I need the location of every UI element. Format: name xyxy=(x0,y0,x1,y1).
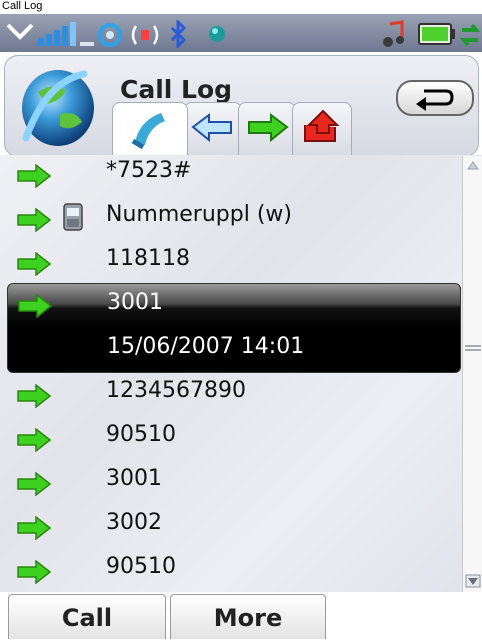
call-number: 1234567890 xyxy=(106,378,246,403)
call-contact-name: Nummeruppl (w) xyxy=(106,202,292,227)
tab-all-calls[interactable] xyxy=(112,102,188,155)
back-arrow-icon xyxy=(416,89,454,111)
green-right-arrow-icon xyxy=(18,294,53,318)
list-item[interactable]: *7523# xyxy=(0,152,460,196)
status-dot-icon xyxy=(209,26,225,42)
green-right-arrow-icon xyxy=(17,428,52,452)
call-number: 90510 xyxy=(106,422,176,447)
selection-highlight xyxy=(8,284,460,328)
green-right-arrow-icon xyxy=(17,384,52,408)
green-right-arrow-icon xyxy=(17,516,52,540)
list-item[interactable]: 90510 xyxy=(0,416,460,460)
call-number: 3002 xyxy=(106,510,162,535)
mobile-phone-icon xyxy=(63,203,83,231)
tab-dialled-calls[interactable] xyxy=(238,102,296,155)
tab-missed-calls[interactable] xyxy=(292,102,352,155)
blue-left-arrow-icon xyxy=(191,113,232,143)
back-button[interactable] xyxy=(396,80,474,116)
call-button[interactable]: Call xyxy=(8,594,166,639)
music-note-icon xyxy=(383,20,404,47)
tab-strip xyxy=(112,102,362,156)
green-right-arrow-icon xyxy=(17,252,52,276)
call-number: *7523# xyxy=(106,158,192,183)
softkey-bar: Call More xyxy=(0,592,482,639)
list-item-selected[interactable]: 3001 15/06/2007 14:01 xyxy=(7,283,461,373)
globe-logo xyxy=(22,70,94,146)
scroll-up-icon[interactable] xyxy=(465,158,481,172)
wifi-icon xyxy=(131,25,159,45)
list-item[interactable]: 90510 xyxy=(0,548,460,592)
phone-handset-icon xyxy=(131,113,165,150)
call-number: 90510 xyxy=(106,554,176,579)
red-missed-arrow-icon xyxy=(304,109,340,142)
list-item[interactable]: 3001 xyxy=(0,460,460,504)
list-item[interactable]: 118118 xyxy=(0,240,460,284)
more-button[interactable]: More xyxy=(170,594,326,639)
green-right-arrow-icon xyxy=(17,208,52,232)
tab-received-calls[interactable] xyxy=(184,102,242,155)
call-timestamp: 15/06/2007 14:01 xyxy=(107,334,305,359)
list-item[interactable]: Nummeruppl (w) xyxy=(0,196,460,240)
list-item[interactable]: 3002 xyxy=(0,504,460,548)
gprs-icon xyxy=(98,23,122,47)
call-number: 3001 xyxy=(107,290,163,315)
scroll-down-icon[interactable] xyxy=(465,574,481,588)
green-right-arrow-icon xyxy=(17,164,52,188)
signal-strength-icon xyxy=(38,22,94,46)
scroll-thumb[interactable] xyxy=(463,344,482,352)
window-caption: Call Log xyxy=(2,0,43,12)
vertical-scrollbar[interactable] xyxy=(462,156,482,592)
call-number: 118118 xyxy=(106,246,190,271)
green-right-arrow-icon xyxy=(17,560,52,584)
bluetooth-icon xyxy=(170,20,187,48)
menu-arrow-icon[interactable] xyxy=(6,21,34,41)
call-number: 3001 xyxy=(106,466,162,491)
status-bar xyxy=(0,14,482,52)
page-title: Call Log xyxy=(120,75,233,104)
list-item[interactable]: 1234567890 xyxy=(0,372,460,416)
sync-icon xyxy=(459,23,481,47)
green-right-arrow-icon xyxy=(248,113,289,143)
battery-icon xyxy=(418,23,455,45)
green-right-arrow-icon xyxy=(17,472,52,496)
